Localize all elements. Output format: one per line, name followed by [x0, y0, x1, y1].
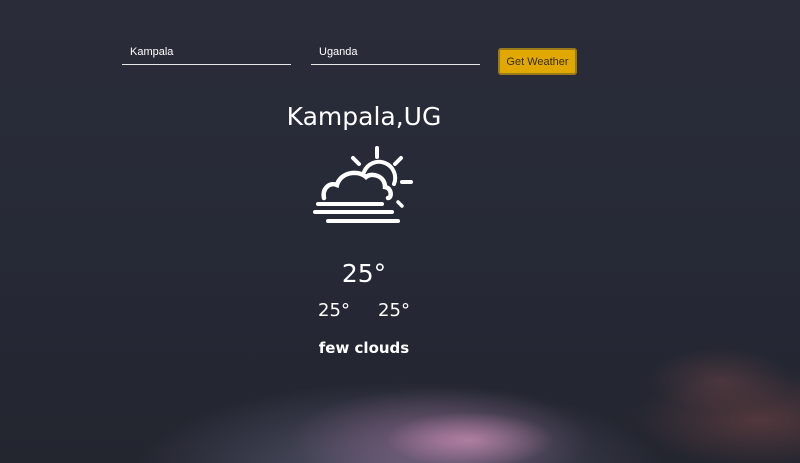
country-input[interactable]: [311, 40, 480, 64]
city-input[interactable]: [122, 40, 291, 64]
sun-behind-cloud-fog-icon: [313, 146, 413, 223]
country-input-wrapper: [311, 40, 480, 65]
get-weather-button[interactable]: Get Weather: [498, 48, 577, 75]
max-temperature: 25°: [378, 300, 410, 321]
city-input-wrapper: [122, 40, 291, 65]
min-temperature: 25°: [318, 300, 350, 321]
location-title: Kampala,UG: [286, 102, 442, 131]
weather-app: Get Weather Kampala,UG 25° 25° 25° few c…: [0, 0, 800, 463]
current-temperature: 25°: [341, 259, 387, 288]
weather-description: few clouds: [318, 339, 410, 357]
